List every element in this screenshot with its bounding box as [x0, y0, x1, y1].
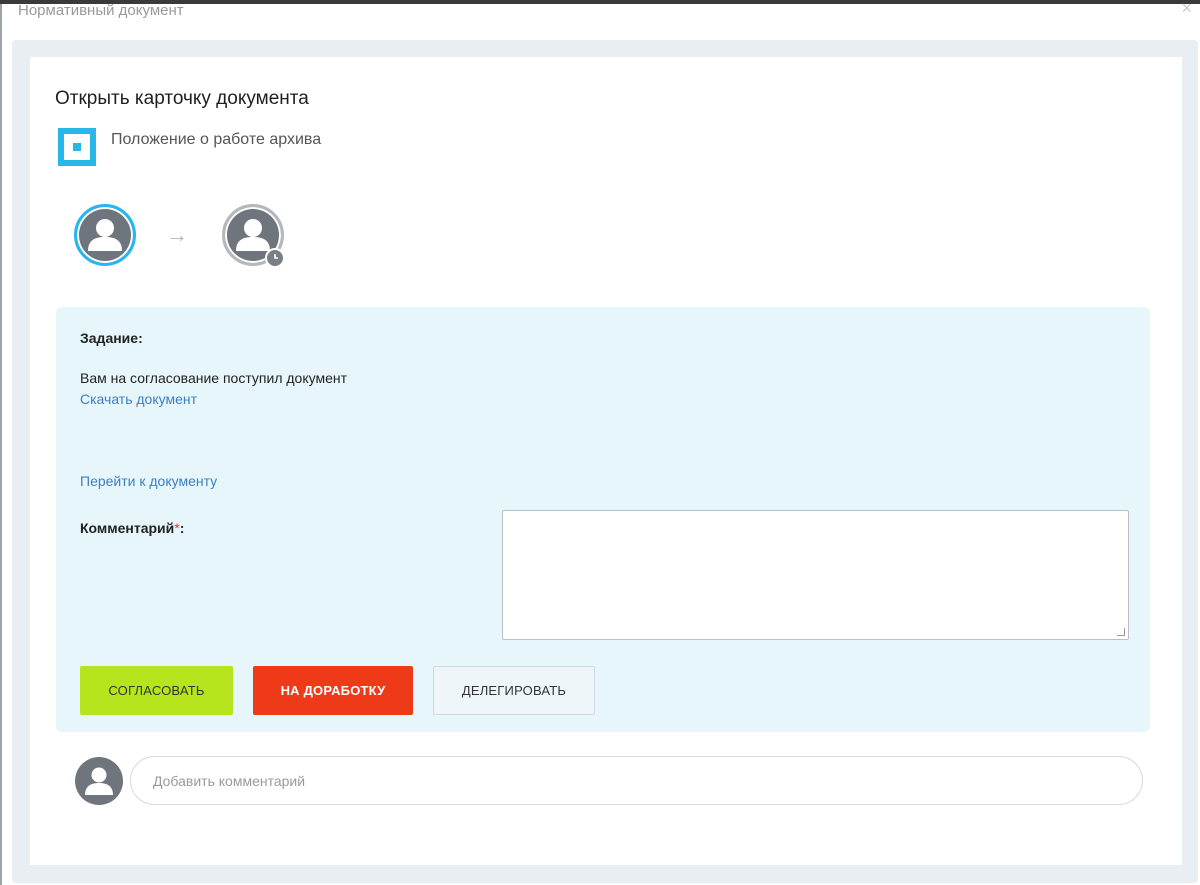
- clock-icon: [265, 248, 285, 268]
- add-comment-input[interactable]: [130, 756, 1143, 805]
- comment-label: Комментарий*:: [80, 520, 184, 536]
- comment-textarea[interactable]: [502, 510, 1129, 640]
- user-silhouette-icon: [88, 219, 122, 251]
- comment-label-suffix: :: [179, 520, 185, 536]
- document-square-icon: [58, 128, 96, 166]
- current-approver-avatar[interactable]: [74, 204, 136, 266]
- resize-handle-icon[interactable]: [1117, 628, 1125, 636]
- page-title: Открыть карточку документа: [55, 88, 309, 109]
- close-icon[interactable]: ×: [1181, 0, 1192, 18]
- rework-button[interactable]: НА ДОРАБОТКУ: [253, 666, 413, 715]
- task-description: Вам на согласование поступил документ: [80, 370, 348, 386]
- comment-label-text: Комментарий: [80, 520, 175, 536]
- document-name[interactable]: Положение о работе архива: [111, 131, 321, 149]
- user-silhouette-icon: [85, 767, 113, 795]
- task-label: Задание:: [80, 330, 143, 346]
- window-title: Нормативный документ: [18, 2, 184, 19]
- window-left-edge: [0, 4, 2, 885]
- go-to-document-link[interactable]: Перейти к документу: [80, 473, 217, 489]
- download-document-link[interactable]: Скачать документ: [80, 391, 197, 407]
- approve-button[interactable]: СОГЛАСОВАТЬ: [80, 666, 233, 715]
- delegate-button[interactable]: ДЕЛЕГИРОВАТЬ: [433, 666, 595, 715]
- current-user-avatar: [75, 757, 123, 805]
- route-arrow-icon: →: [166, 222, 188, 247]
